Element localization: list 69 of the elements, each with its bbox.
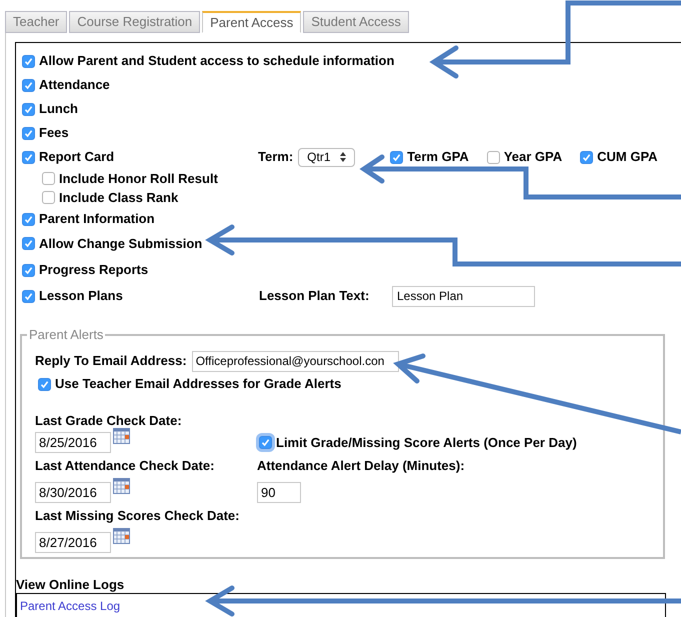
checkbox-label: Limit Grade/Missing Score Alerts (Once Per Day) [276, 434, 577, 452]
reply-to-email-field[interactable]: Officeprofessional@yourschool.con [192, 350, 399, 372]
checkbox-label: Lunch [39, 100, 78, 118]
checkbox-label: Fees [39, 124, 69, 142]
field-label: Last Attendance Check Date: [35, 457, 216, 475]
reply-to-label: Reply To Email Address: [35, 352, 187, 370]
checkbox-label: CUM GPA [597, 148, 658, 166]
check-icon [261, 438, 270, 447]
date-field[interactable]: 8/30/2016 [35, 482, 111, 503]
checkbox[interactable] [22, 54, 35, 68]
check-icon [24, 152, 33, 162]
checkbox[interactable] [580, 150, 594, 164]
checkbox-label: Allow Parent and Student access to schedule information [39, 52, 394, 70]
check-icon [24, 56, 33, 66]
check-icon [24, 266, 33, 274]
field-label: Last Missing Scores Check Date: [35, 507, 240, 525]
check-icon [24, 128, 33, 138]
checkbox[interactable] [22, 150, 35, 164]
check-icon [40, 380, 49, 388]
checkbox[interactable] [22, 212, 35, 226]
check-icon [24, 104, 33, 114]
checkbox[interactable] [42, 172, 55, 185]
checkbox-label: Term GPA [407, 148, 469, 166]
date-field[interactable]: 8/25/2016 [35, 432, 111, 453]
lesson-plan-text-label: Lesson Plan Text: [259, 287, 370, 306]
attendance-delay-field[interactable]: 90 [257, 482, 301, 503]
checkbox[interactable] [42, 191, 55, 204]
checkbox[interactable] [259, 436, 272, 449]
checkbox[interactable] [22, 102, 35, 116]
calendar-icon[interactable] [113, 428, 130, 444]
checkbox[interactable] [22, 264, 35, 276]
checkbox-label: Attendance [39, 76, 110, 94]
tab[interactable]: Student Access [303, 11, 409, 33]
checkbox[interactable] [38, 378, 51, 390]
checkbox[interactable] [22, 237, 35, 250]
checkbox[interactable] [22, 126, 35, 140]
checkbox-label: Use Teacher Email Addresses for Grade Alerts [55, 375, 342, 394]
checkbox-label: Lesson Plans [39, 287, 123, 306]
check-icon [24, 80, 33, 90]
check-icon [24, 292, 33, 300]
checkbox-label: Parent Information [39, 210, 155, 228]
checkbox-label: Allow Change Submission [39, 234, 202, 253]
log-link[interactable]: Parent Access Log [20, 599, 120, 613]
check-icon [24, 214, 33, 224]
checkbox-label: Progress Reports [39, 261, 148, 280]
tab[interactable]: Teacher [5, 11, 68, 33]
checkbox[interactable] [22, 78, 35, 92]
tab[interactable]: Parent Access [202, 11, 302, 33]
checkbox-label: Include Honor Roll Result [59, 170, 218, 188]
calendar-icon[interactable] [113, 478, 130, 494]
checkbox-label: Report Card [39, 148, 114, 166]
checkbox[interactable] [390, 150, 404, 164]
check-icon [582, 152, 592, 162]
checkbox-label: Year GPA [504, 148, 562, 166]
select-arrows-icon [340, 152, 346, 162]
checkbox[interactable] [22, 290, 35, 302]
field-label: Last Grade Check Date: [35, 412, 183, 430]
checkbox[interactable] [486, 150, 500, 164]
term-select[interactable]: Qtr1 [298, 148, 356, 166]
section-title: View Online Logs [16, 577, 126, 593]
calendar-icon[interactable] [113, 528, 130, 544]
field-label: Attendance Alert Delay (Minutes): [257, 457, 466, 475]
lesson-plan-text-field[interactable]: Lesson Plan [392, 286, 535, 306]
checkbox-label: Include Class Rank [59, 188, 178, 207]
tab[interactable]: Course Registration [69, 11, 200, 33]
check-icon [24, 239, 33, 248]
date-field[interactable]: 8/27/2016 [35, 532, 111, 553]
term-label: Term: [258, 148, 294, 166]
check-icon [392, 152, 402, 162]
